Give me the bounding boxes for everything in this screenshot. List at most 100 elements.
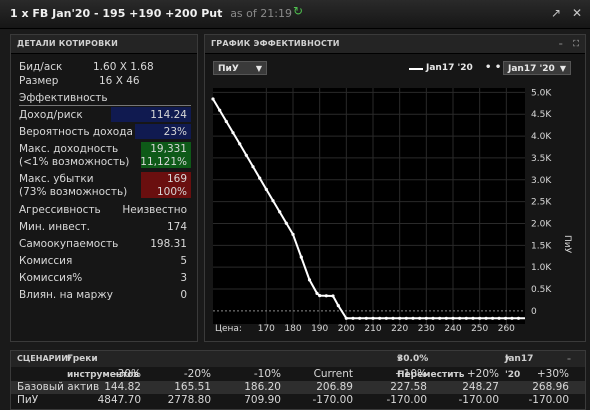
pnl-data-point <box>478 316 482 320</box>
scenario-cell: -170.00 <box>386 394 427 406</box>
max-profit-sub: (<1% возможность) <box>19 156 130 168</box>
scenario-column-header: +10% <box>394 368 427 380</box>
commission-pct-value: 3 <box>180 272 187 284</box>
pnl-data-point <box>431 316 435 320</box>
collapse-icon[interactable]: – <box>559 35 563 53</box>
scenario-cell: -170.00 <box>528 394 569 406</box>
scenario-column-header: Current <box>313 368 353 380</box>
performance-chart-header: ГРАФИК ЭФФЕКТИВНОСТИ – ⛶ <box>205 35 585 54</box>
y-tick-label: 1.5K <box>531 241 552 251</box>
chevron-down-icon: ▾ <box>67 354 72 364</box>
pnl-data-point <box>315 291 319 295</box>
pnl-data-point <box>378 316 382 320</box>
close-icon[interactable]: ✕ <box>570 6 584 20</box>
income-prob-row: Вероятность дохода 23% <box>19 124 191 140</box>
pnl-data-point <box>458 316 462 320</box>
scenario-column-header: +30% <box>536 368 569 380</box>
pnl-data-point <box>324 294 328 298</box>
scenario-cell: 248.27 <box>462 381 499 393</box>
margin-label: Влиян. на маржу <box>19 289 113 301</box>
y-tick-label: 3.0K <box>531 176 552 186</box>
y-tick-label: 5.0K <box>531 88 552 98</box>
x-tick-label: 190 <box>311 324 328 333</box>
income-prob-label: Вероятность дохода <box>19 126 133 138</box>
scenario-cell: 709.90 <box>244 394 281 406</box>
x-tick-label: 240 <box>444 324 461 333</box>
x-tick-label: 230 <box>418 324 435 333</box>
pnl-data-point <box>264 187 268 191</box>
scenario-column-header: +20% <box>466 368 499 380</box>
legend-solid-label: Jan17 '20 <box>426 63 473 73</box>
pnl-data-point <box>510 316 514 320</box>
pnl-data-point <box>211 97 215 101</box>
popout-icon[interactable]: ↗ <box>549 6 563 20</box>
y-tick-label: 0 <box>531 307 537 317</box>
y-tick-label: 2.5K <box>531 198 552 208</box>
refresh-icon[interactable]: ↻ <box>293 5 304 17</box>
max-loss-sub: (73% возможность) <box>19 186 128 198</box>
pnl-data-point <box>307 278 312 282</box>
x-tick-label: 180 <box>284 324 301 333</box>
efficiency-section: Эффективность <box>19 90 191 106</box>
pnl-chart: 170 180 190 200 210 220 230 240 250 260 0 0.5K 1.0K 1… <box>211 88 572 333</box>
min-invest-value: 174 <box>166 221 187 233</box>
performance-chart-panel: ГРАФИК ЭФФЕКТИВНОСТИ – ⛶ ПиУ ▼ Jan17 '20… <box>204 34 586 342</box>
quote-details-header: ДЕТАЛИ КОТИРОВКИ <box>11 35 197 54</box>
income-risk-label: Доход/риск <box>19 109 83 121</box>
x-tick-label: 210 <box>364 324 381 333</box>
x-tick-label: 250 <box>471 324 488 333</box>
pnl-data-point <box>231 131 235 135</box>
expand-icon[interactable]: ⛶ <box>573 35 579 53</box>
scenario-row-underlying: Базовый актив 144.82 165.51 186.20 206.89 227… <box>11 381 585 394</box>
pnl-data-point <box>284 221 288 225</box>
x-tick-label: 220 <box>391 324 408 333</box>
pnl-data-point <box>364 316 368 320</box>
size-row: Размер 16 X 46 <box>19 73 191 89</box>
collapse-icon[interactable]: – <box>567 351 571 367</box>
aggressiveness-row: Агрессивность Неизвестно <box>19 202 191 218</box>
scenario-column-headers: -30% -20% -10% Current +10% +20% +30% <box>11 368 585 381</box>
pnl-data-point <box>258 176 262 180</box>
pnl-data-point <box>484 316 488 320</box>
income-risk-row: Доход/риск 114.24 <box>19 107 191 123</box>
legend-dotted-swatch: • • <box>485 62 502 73</box>
breakeven-value: 198.31 <box>150 238 187 250</box>
pnl-data-point <box>411 316 415 320</box>
pnl-data-point <box>451 316 455 320</box>
chevron-down-icon: ▾ <box>505 354 510 364</box>
efficiency-label: Эффективность <box>19 92 108 104</box>
commission-pct-row: Комиссия% 3 <box>19 270 191 286</box>
pnl-data-point <box>358 316 362 320</box>
scenario-cell: 206.89 <box>316 381 353 393</box>
margin-value: 0 <box>180 289 187 301</box>
commission-row: Комиссия 5 <box>19 253 191 269</box>
pnl-data-point <box>504 316 508 320</box>
pnl-data-point <box>278 210 282 214</box>
scenario-column-header: -10% <box>253 368 281 380</box>
scenario-cell: 165.51 <box>174 381 211 393</box>
scenario-column-header: -30% <box>113 368 141 380</box>
margin-row: Влиян. на маржу 0 <box>19 287 191 303</box>
breakeven-label: Самоокупаемость <box>19 238 119 250</box>
pnl-data-point <box>299 255 303 259</box>
as-of-time: as of 21:19 <box>230 7 292 20</box>
pnl-data-point <box>471 316 475 320</box>
chevron-down-icon: ▾ <box>397 354 402 364</box>
pnl-data-point <box>491 316 495 320</box>
aggressiveness-label: Агрессивность <box>19 204 101 216</box>
scenarios-title: СЦЕНАРИИ <box>17 354 68 363</box>
x-axis-prefix: Цена: <box>215 324 242 333</box>
pnl-data-point <box>224 119 228 124</box>
pnl-data-point <box>238 142 242 146</box>
y-axis-title: ПиУ <box>562 235 572 254</box>
scenario-column-header: -20% <box>183 368 211 380</box>
commission-label: Комиссия <box>19 255 73 267</box>
expiry-select[interactable]: Jan17 '20 ▼ <box>503 61 571 75</box>
scenario-row-pnl: ПиУ 4847.70 2778.80 709.90 -170.00 -170.00 -17… <box>11 394 585 407</box>
scenario-cell: 144.82 <box>104 381 141 393</box>
metric-select[interactable]: ПиУ ▼ <box>213 61 267 75</box>
pnl-data-point <box>351 316 355 320</box>
pnl-data-point <box>438 316 442 320</box>
pnl-data-point <box>244 153 248 157</box>
legend-solid-swatch <box>409 68 423 70</box>
